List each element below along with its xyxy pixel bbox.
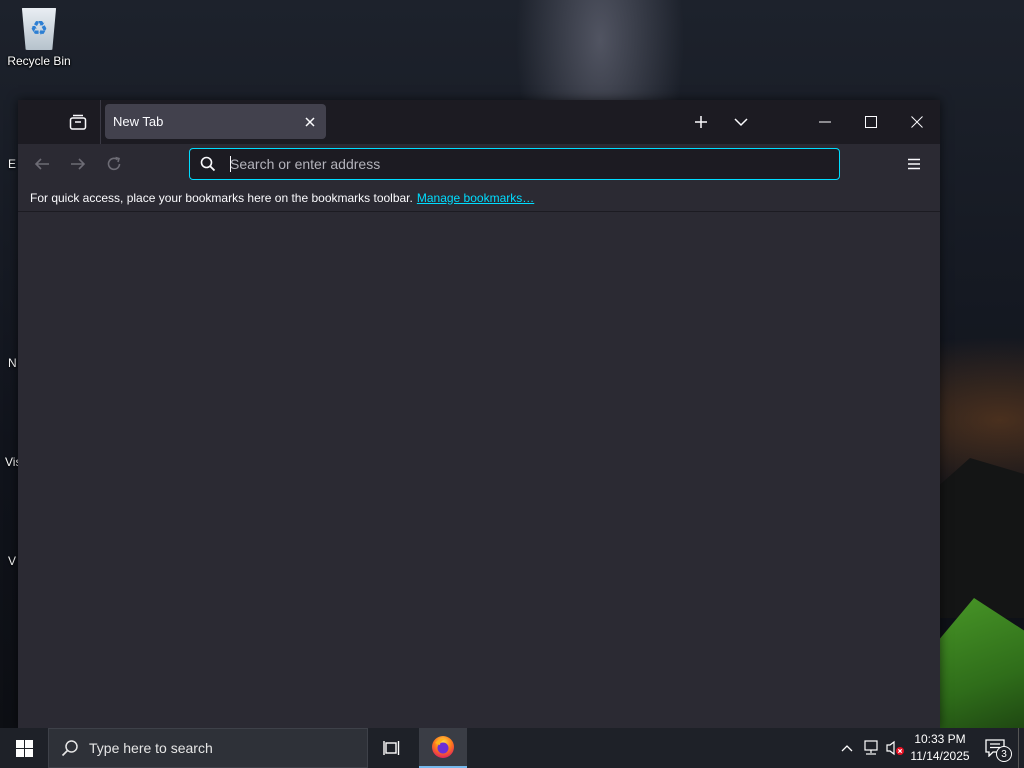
chevron-down-icon [734, 118, 748, 127]
taskbar-search-placeholder: Type here to search [89, 740, 213, 756]
show-hidden-icons-button[interactable] [835, 728, 859, 768]
desktop-icon-peek-label[interactable]: E [8, 157, 16, 171]
taskbar: Type here to search 10:33 PM 11/14/2025 … [0, 728, 1024, 768]
firefox-icon [432, 736, 454, 758]
back-button[interactable] [26, 150, 58, 178]
tab-manager-button[interactable] [64, 110, 92, 134]
bookmarks-toolbar: For quick access, place your bookmarks h… [18, 184, 940, 212]
close-icon [305, 116, 315, 127]
tab-new-tab[interactable]: New Tab [105, 104, 326, 139]
taskbar-clock[interactable]: 10:33 PM 11/14/2025 [905, 731, 975, 765]
network-icon [864, 740, 878, 755]
navigation-toolbar [18, 144, 940, 184]
desktop-icon-recycle-bin[interactable]: Recycle Bin [1, 8, 77, 68]
app-menu-button[interactable] [898, 150, 930, 178]
search-icon [61, 740, 78, 757]
manage-bookmarks-link[interactable]: Manage bookmarks… [417, 191, 534, 205]
clock-time: 10:33 PM [914, 732, 966, 746]
forward-button[interactable] [62, 150, 94, 178]
network-button[interactable] [859, 728, 883, 768]
close-window-button[interactable] [894, 100, 940, 144]
page-content[interactable] [18, 213, 940, 728]
browser-window: New Tab Search or enter address For quic… [18, 100, 940, 728]
arrow-left-icon [34, 158, 49, 170]
volume-muted-icon [886, 740, 904, 756]
tab-manager-icon [69, 114, 87, 130]
task-view-icon [383, 741, 400, 755]
wallpaper-ridge [934, 458, 1024, 618]
taskbar-firefox-button[interactable] [419, 728, 467, 768]
recycle-bin-icon [21, 8, 57, 50]
desktop-icon-label: Recycle Bin [7, 54, 71, 68]
address-bar[interactable] [189, 148, 840, 180]
start-button[interactable] [0, 728, 48, 768]
new-tab-button[interactable] [686, 108, 716, 136]
notification-count-badge: 3 [996, 746, 1012, 762]
title-bar: New Tab [18, 100, 940, 144]
list-all-tabs-button[interactable] [726, 108, 756, 136]
taskbar-search-box[interactable]: Type here to search [48, 728, 368, 768]
arrow-right-icon [71, 158, 86, 170]
minimize-button[interactable] [802, 100, 848, 144]
maximize-icon [865, 116, 877, 128]
maximize-button[interactable] [848, 100, 894, 144]
desktop-icon-peek-label[interactable]: V [8, 554, 16, 568]
hamburger-menu-icon [908, 158, 920, 170]
show-desktop-button[interactable] [1018, 728, 1024, 768]
close-icon [911, 116, 923, 128]
plus-icon [695, 116, 707, 128]
action-center-button[interactable]: 3 [978, 728, 1012, 768]
chevron-up-icon [841, 745, 853, 752]
desktop-icon-peek-label[interactable]: N [8, 356, 17, 370]
minimize-icon [819, 121, 831, 123]
tab-close-button[interactable] [297, 109, 323, 135]
tab-title: New Tab [113, 114, 164, 129]
address-input[interactable] [230, 156, 810, 172]
windows-logo-icon [15, 739, 33, 757]
reload-icon [107, 156, 121, 171]
reload-button[interactable] [98, 150, 130, 178]
tab-separator [100, 100, 101, 144]
bookmarks-hint-text: For quick access, place your bookmarks h… [30, 190, 413, 205]
volume-button[interactable] [883, 728, 907, 768]
search-icon [200, 156, 216, 172]
task-view-button[interactable] [372, 728, 412, 768]
clock-date: 11/14/2025 [910, 749, 970, 763]
